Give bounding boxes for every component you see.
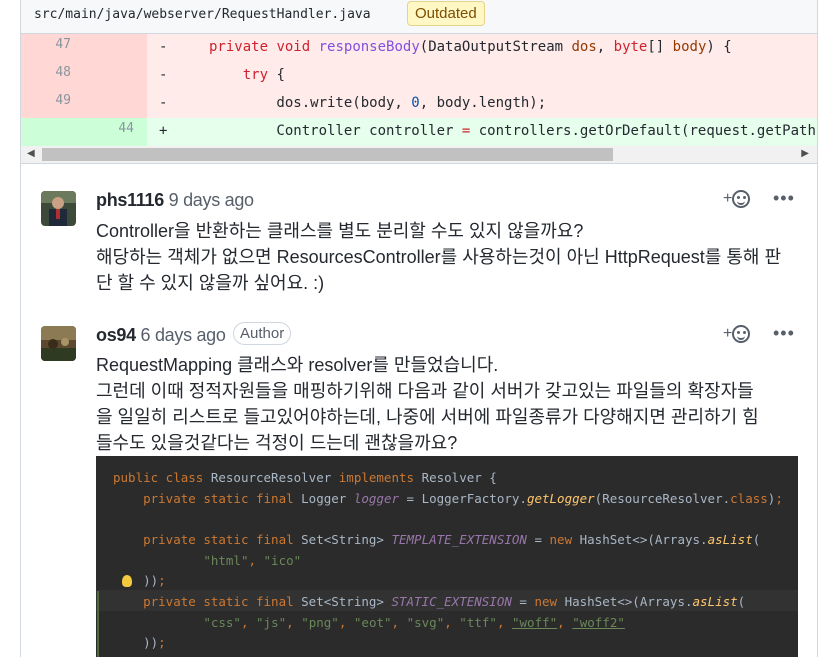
- code-line: private void responseBody(DataOutputStre…: [209, 39, 732, 55]
- add-reaction-button[interactable]: +: [723, 190, 751, 208]
- comment-author: os94 6 days ago: [96, 325, 226, 346]
- new-line-number[interactable]: 44: [84, 118, 134, 146]
- author-badge: Author: [233, 322, 292, 345]
- comment-line: 해당하는 객체가 없으면 ResourcesController를 사용하는것이…: [96, 247, 782, 267]
- file-header: src/main/java/webserver/RequestHandler.j…: [21, 0, 817, 34]
- diff-sign: +: [159, 123, 168, 139]
- comment-line: RequestMapping 클래스와 resolver를 만들었습니다.: [96, 355, 499, 375]
- code-line: try {: [242, 67, 285, 83]
- diff-sign: -: [159, 67, 168, 83]
- avatar[interactable]: [41, 326, 76, 361]
- comment-line: 들수도 있을것같다는 걱정이 드는데 괜찮을까요?: [96, 433, 458, 453]
- old-line-number[interactable]: 49: [21, 90, 71, 118]
- smiley-icon: [732, 325, 751, 343]
- comment-line: 그런데 이때 정적자원들을 매핑하기위해 다음과 같이 서버가 갖고있는 파일들…: [96, 381, 754, 401]
- scrollbar-thumb[interactable]: [42, 148, 613, 161]
- more-options-button[interactable]: •••: [773, 188, 795, 209]
- scroll-right-icon[interactable]: ▶: [801, 148, 809, 159]
- diff-sign: -: [159, 39, 168, 55]
- comment-author: phs1116 9 days ago: [96, 190, 254, 211]
- comment-line: 을 일일히 리스트로 들고있어야하는데, 나중에 서버에 파일종류가 다양해지면…: [96, 407, 759, 427]
- comment-timestamp[interactable]: 9 days ago: [169, 190, 254, 210]
- diff-line: 48 - try {: [21, 62, 817, 90]
- comment-line: 단 할 수 있지 않을까 싶어요. :): [96, 273, 325, 293]
- more-options-button[interactable]: •••: [773, 323, 795, 344]
- diff-line: 47 - private void responseBody(DataOutpu…: [21, 34, 817, 62]
- diff-sign: -: [159, 95, 168, 111]
- diff-line: 49 - dos.write(body, 0, body.length);: [21, 90, 817, 118]
- smiley-icon: [732, 190, 751, 208]
- comment-body: Controller을 반환하는 클래스를 별도 분리할 수도 있지 않을까요?…: [96, 218, 796, 296]
- diff-view: 47 - private void responseBody(DataOutpu…: [21, 34, 817, 146]
- comment-body: RequestMapping 클래스와 resolver를 만들었습니다. 그런…: [96, 352, 796, 456]
- add-reaction-button[interactable]: +: [723, 325, 751, 343]
- code-line: Controller controller = controllers.getO…: [209, 123, 817, 139]
- comment-line: Controller을 반환하는 클래스를 별도 분리할 수도 있지 않을까요?: [96, 221, 584, 241]
- scroll-left-icon[interactable]: ◀: [27, 148, 35, 159]
- outdated-badge: Outdated: [407, 1, 485, 26]
- old-line-number[interactable]: 48: [21, 62, 71, 90]
- author-name[interactable]: os94: [96, 325, 136, 345]
- code-screenshot-image[interactable]: public class ResourceResolver implements…: [96, 456, 798, 657]
- avatar[interactable]: [41, 191, 76, 226]
- old-line-number[interactable]: 47: [21, 34, 71, 62]
- diff-line: 44 + Controller controller = controllers…: [21, 118, 817, 146]
- horizontal-scrollbar[interactable]: ◀ ▶: [21, 146, 817, 164]
- code-line: dos.write(body, 0, body.length);: [209, 95, 547, 111]
- file-path[interactable]: src/main/java/webserver/RequestHandler.j…: [34, 7, 371, 22]
- comment-timestamp[interactable]: 6 days ago: [141, 325, 226, 345]
- author-name[interactable]: phs1116: [96, 190, 164, 210]
